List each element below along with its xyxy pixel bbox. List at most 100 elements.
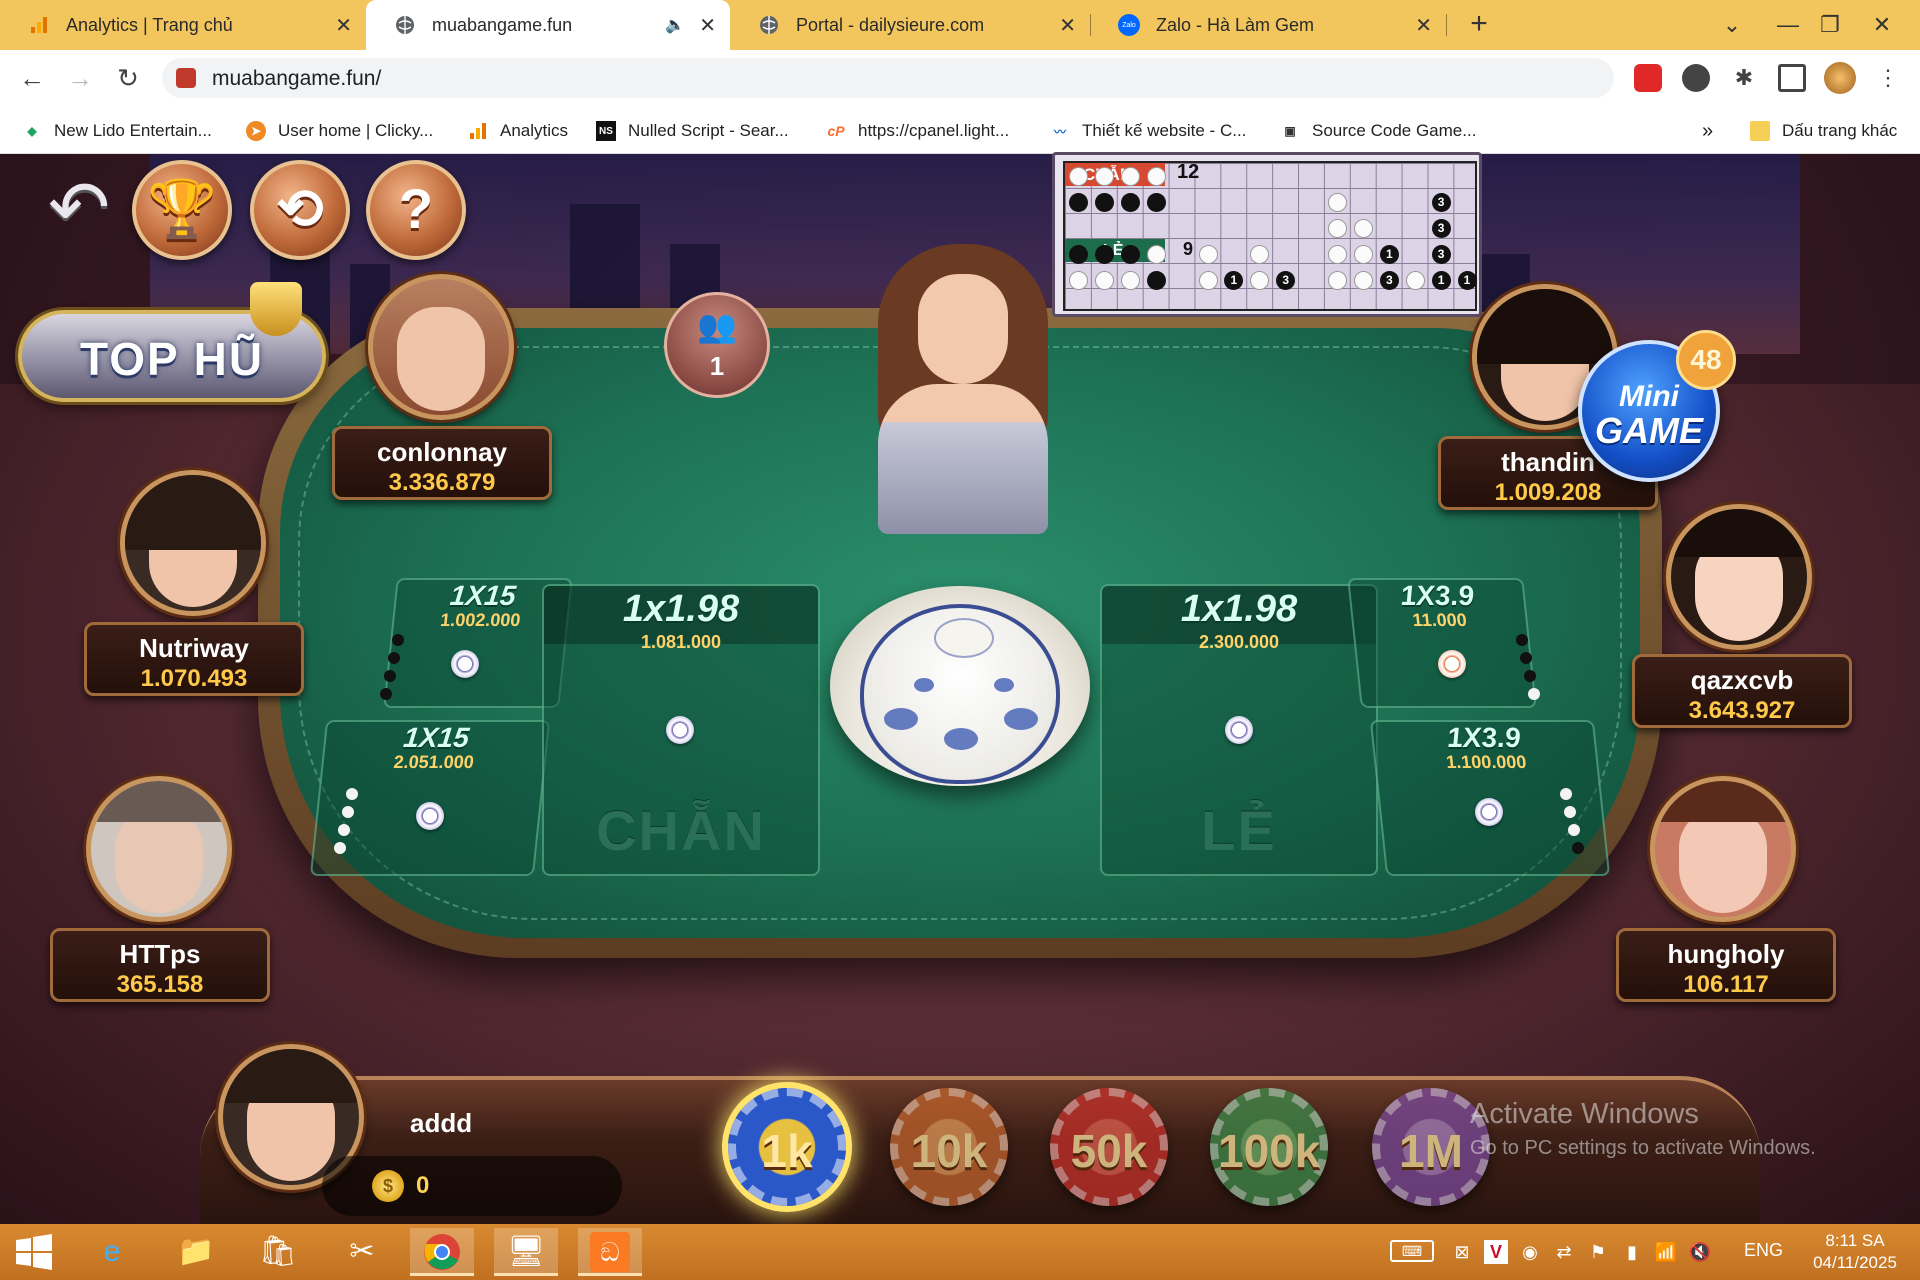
network-share-icon[interactable]: ⇄	[1552, 1240, 1576, 1264]
xampp-icon[interactable]: ඞ	[578, 1228, 642, 1276]
history-result-dot: 3	[1431, 244, 1451, 264]
paint-icon[interactable]: ✂	[330, 1228, 394, 1276]
self-balance-value: 0	[416, 1172, 430, 1199]
history-result-dot	[1198, 244, 1218, 264]
bookmark-label: Analytics	[500, 121, 569, 140]
bookmark-analytics[interactable]: Analytics	[468, 118, 568, 144]
signal-icon[interactable]: 📶	[1654, 1240, 1678, 1264]
vivaldi-tray-icon[interactable]: V	[1484, 1240, 1508, 1264]
restore-button[interactable]: ❐	[1800, 0, 1860, 50]
other-bookmarks[interactable]: Dấu trang khác	[1750, 118, 1897, 144]
players-count-badge[interactable]: 👥 1	[664, 292, 770, 398]
player-name: conlonnay	[376, 437, 507, 467]
back-arrow-icon[interactable]: ←	[14, 60, 50, 96]
profile-avatar[interactable]	[1824, 62, 1856, 94]
history-chan-count: 12	[1177, 161, 1200, 183]
history-result-dot	[1405, 270, 1425, 290]
bookmark-cpanel[interactable]: cP https://cpanel.light...	[826, 118, 1009, 144]
folder-icon	[1750, 121, 1770, 141]
history-result-dot	[1094, 244, 1114, 264]
bet-odds: 1X3.9	[1398, 580, 1476, 611]
chip-1k[interactable]: 1k	[728, 1088, 846, 1206]
dice-bowl	[830, 586, 1090, 786]
chip-50k[interactable]: 50k	[1050, 1088, 1168, 1206]
tab-zalo[interactable]: Zalo Zalo - Hà Làm Gem ✕	[1090, 0, 1446, 50]
bookmark-clicky[interactable]: ➤ User home | Clicky...	[246, 118, 433, 144]
bookmarks-bar: ◆ New Lido Entertain... ➤ User home | Cl…	[0, 106, 1920, 154]
dealer-character	[838, 234, 1088, 534]
bet-odds: 1x1.98	[1180, 588, 1298, 630]
menu-dots-icon[interactable]: ⋮	[1870, 60, 1906, 96]
pattern-dot	[1520, 652, 1532, 664]
extension-camera-icon[interactable]	[1682, 64, 1710, 92]
history-result-dot	[1328, 270, 1347, 290]
internet-explorer-icon[interactable]: e	[80, 1228, 144, 1276]
new-tab-button[interactable]: +	[1462, 8, 1496, 42]
chrome-icon[interactable]	[410, 1228, 474, 1276]
bookmark-web-design[interactable]: 〰 Thiết kế website - C...	[1050, 118, 1246, 144]
chip-100k[interactable]: 100k	[1210, 1088, 1328, 1206]
history-clock-button[interactable]: ⟲	[250, 160, 350, 260]
speaker-icon[interactable]: 🔈	[665, 15, 685, 35]
bookmark-label: https://cpanel.light...	[858, 121, 1010, 140]
file-explorer-icon[interactable]: 📁	[164, 1228, 228, 1276]
trophy-button[interactable]: 🏆	[132, 160, 232, 260]
back-arrow-icon[interactable]: ↶	[34, 168, 124, 258]
keyboard-icon[interactable]: ⌨	[1390, 1240, 1434, 1262]
bookmark-label: Source Code Game...	[1312, 121, 1477, 140]
remote-desktop-icon[interactable]: 🖥	[494, 1228, 558, 1276]
bet-amount: 11.000	[1411, 610, 1468, 630]
watermark-subtitle: Go to PC settings to activate Windows.	[1470, 1137, 1816, 1159]
history-result-dot	[1198, 270, 1218, 290]
close-icon[interactable]: ✕	[335, 13, 352, 38]
tab-search-icon[interactable]: ⌄	[1702, 0, 1762, 50]
battery-icon[interactable]: ▮	[1620, 1240, 1644, 1264]
watermark-title: Activate Windows	[1470, 1098, 1699, 1130]
forward-arrow-icon[interactable]: →	[62, 60, 98, 96]
clock[interactable]: 8:11 SA 04/11/2025	[1800, 1230, 1910, 1274]
bookmark-nulled[interactable]: NS Nulled Script - Sear...	[596, 118, 789, 144]
address-bar[interactable]: muabangame.fun/	[162, 58, 1614, 98]
history-result-dot	[1094, 167, 1114, 186]
analytics-icon	[468, 121, 488, 141]
bookmark-lido[interactable]: ◆ New Lido Entertain...	[22, 118, 211, 144]
bet-area-three-black[interactable]: 1X3.9 11.000	[1347, 578, 1537, 708]
close-window-button[interactable]: ✕	[1852, 0, 1912, 50]
bookmarks-more-button[interactable]: »	[1702, 118, 1713, 144]
bet-odds: 1x1.98	[622, 588, 740, 630]
flag-icon[interactable]: ⚑	[1586, 1240, 1610, 1264]
close-icon[interactable]: ✕	[699, 13, 716, 38]
help-button[interactable]: ?	[366, 160, 466, 260]
bookmark-source-code[interactable]: ▣ Source Code Game...	[1280, 118, 1476, 144]
player-plate: qazxcvb 3.643.927	[1632, 654, 1852, 728]
close-icon[interactable]: ✕	[1059, 13, 1076, 38]
pattern-dot	[346, 788, 358, 800]
reload-icon[interactable]: ↻	[110, 60, 146, 96]
language-indicator[interactable]: ENG	[1744, 1240, 1783, 1261]
chrome-tray-icon[interactable]: ◉	[1518, 1240, 1542, 1264]
history-result-dot	[1328, 244, 1347, 264]
tab-muabangame[interactable]: muabangame.fun 🔈 ✕	[366, 0, 730, 50]
pattern-dot	[388, 652, 400, 664]
chip-10k[interactable]: 10k	[890, 1088, 1008, 1206]
ns-icon: NS	[596, 121, 616, 141]
tab-analytics[interactable]: Analytics | Trang chủ ✕	[0, 0, 366, 50]
store-icon[interactable]: 🛍	[246, 1228, 310, 1276]
tab-portal[interactable]: Portal - dailysieure.com ✕	[730, 0, 1090, 50]
extension-red-icon[interactable]	[1634, 64, 1662, 92]
puzzle-icon[interactable]: ✱	[1730, 64, 1758, 92]
history-result-dot	[1146, 270, 1166, 290]
volume-mute-icon[interactable]: 🔇	[1688, 1240, 1712, 1264]
analytics-icon	[28, 14, 50, 36]
xampp-tray-icon[interactable]: ⊠	[1450, 1240, 1474, 1264]
player-name: HTTps	[119, 939, 201, 969]
close-icon[interactable]: ✕	[1415, 13, 1432, 38]
source-code-icon: ▣	[1284, 124, 1296, 138]
chip-label: 1k	[761, 1125, 813, 1177]
chip-label: 100k	[1218, 1125, 1321, 1177]
chip-label: 1M	[1399, 1125, 1463, 1177]
sidepanel-icon[interactable]	[1778, 64, 1806, 92]
windows-start-icon[interactable]	[2, 1228, 66, 1276]
placed-chip	[1475, 798, 1503, 826]
bet-area-four-black[interactable]: 1X15 2.051.000	[309, 720, 551, 876]
